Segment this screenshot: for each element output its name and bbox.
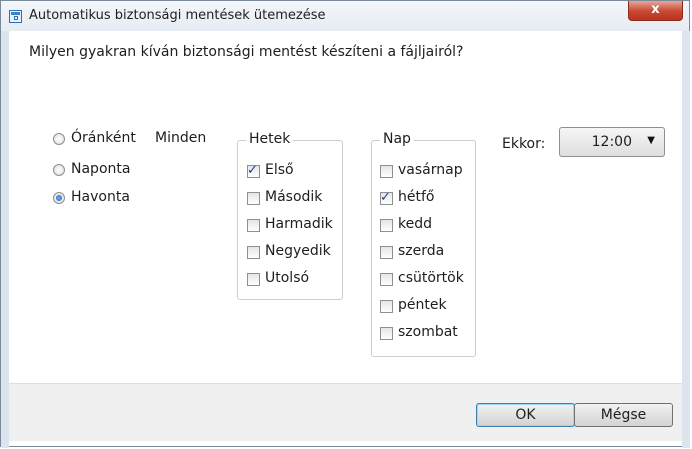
checkbox-week-third-box[interactable] [247,219,260,232]
frequency-question: Milyen gyakran kíván biztonsági mentést … [29,44,464,60]
ok-button[interactable]: OK [476,403,575,427]
radio-daily-label[interactable]: Naponta [71,161,130,177]
close-icon: x [651,2,660,17]
checkbox-week-second-box[interactable] [247,192,260,205]
checkbox-day-thursday-box[interactable] [380,273,393,286]
checkbox-day-tuesday-label[interactable]: kedd [398,216,432,232]
day-group-title: Nap [380,131,414,147]
weeks-group-title: Hetek [246,131,294,147]
checkbox-week-last-label[interactable]: Utolsó [265,270,309,286]
radio-daily-indicator[interactable] [53,164,65,176]
dialog-content [9,31,682,441]
radio-hourly-indicator[interactable] [53,133,65,145]
title-bar: Automatikus biztonsági mentések ütemezés… [1,1,689,31]
time-dropdown[interactable]: 12:00 ▼ [559,127,665,157]
checkbox-day-wednesday-box[interactable] [380,246,393,259]
every-label: Minden [155,130,207,146]
checkbox-week-third-label[interactable]: Harmadik [265,216,333,232]
checkbox-day-sunday-label[interactable]: vasárnap [398,162,463,178]
checkbox-week-fourth-box[interactable] [247,246,260,259]
backup-app-icon [9,10,22,23]
checkbox-day-monday-box[interactable]: ✓ [380,190,393,205]
checkbox-day-tuesday-box[interactable] [380,219,393,232]
checkbox-week-first-label[interactable]: Első [265,162,294,178]
time-value[interactable]: 12:00 [592,134,632,150]
window-frame-left [1,31,9,448]
checkbox-day-saturday-box[interactable] [380,327,393,340]
chevron-down-icon[interactable]: ▼ [647,135,655,146]
checkbox-day-friday-label[interactable]: péntek [398,297,447,313]
checkbox-week-second-label[interactable]: Második [265,189,322,205]
checkbox-day-sunday-box[interactable] [380,165,393,178]
checkbox-week-last-box[interactable] [247,273,260,286]
checkbox-week-fourth-label[interactable]: Negyedik [265,243,331,259]
time-label: Ekkor: [502,136,546,152]
checkbox-week-first-box[interactable]: ✓ [247,163,260,178]
checkbox-day-wednesday-label[interactable]: szerda [398,243,444,259]
checkbox-day-monday-label[interactable]: hétfő [398,189,434,205]
radio-monthly-label[interactable]: Havonta [71,189,130,205]
window-frame-right [682,31,690,448]
checkmark-icon: ✓ [247,163,258,178]
radio-monthly-indicator[interactable] [53,192,65,204]
checkbox-day-saturday-label[interactable]: szombat [398,324,458,340]
checkbox-day-friday-box[interactable] [380,300,393,313]
cancel-button[interactable]: Mégse [574,403,673,427]
checkmark-icon: ✓ [380,190,391,205]
checkbox-day-thursday-label[interactable]: csütörtök [398,270,464,286]
window-title: Automatikus biztonsági mentések ütemezés… [29,8,326,23]
radio-hourly-label[interactable]: Óránként [71,130,136,146]
dialog-window: Automatikus biztonsági mentések ütemezés… [0,0,690,448]
close-button[interactable]: x [628,1,683,21]
